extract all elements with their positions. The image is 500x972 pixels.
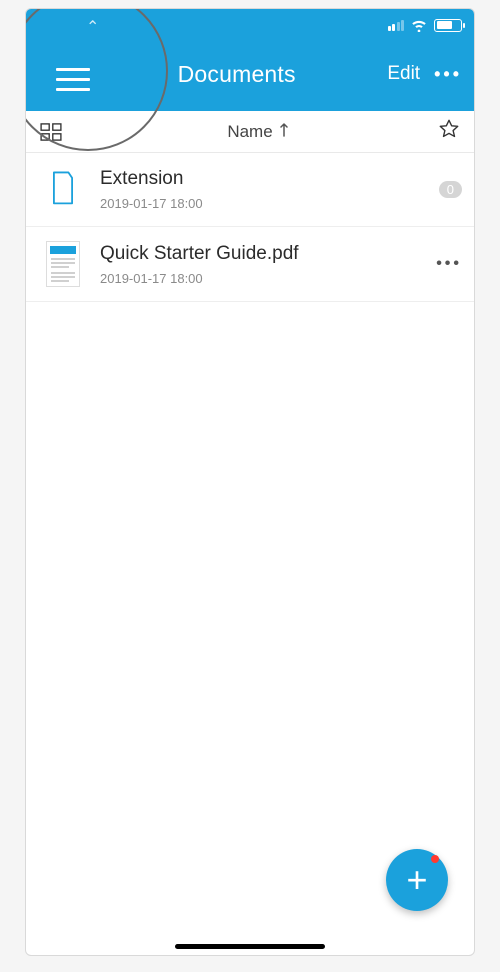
wifi-icon [410,18,428,32]
sort-bar: Name [26,111,474,153]
home-indicator[interactable] [175,944,325,949]
menu-button[interactable] [56,61,90,98]
sort-arrow-up-icon [279,122,289,142]
list-item[interactable]: Extension 2019-01-17 18:00 0 [26,153,474,227]
pdf-thumbnail-icon [46,241,80,287]
cellular-signal-icon [388,20,405,31]
more-menu-button[interactable]: ••• [434,65,462,83]
item-date: 2019-01-17 18:00 [100,271,436,286]
file-list: Extension 2019-01-17 18:00 0 Quick Start… [26,153,474,302]
sort-label: Name [227,122,272,142]
item-date: 2019-01-17 18:00 [100,196,439,211]
battery-icon [434,19,462,32]
header-bar: ⌃ Documents Edit ••• [26,9,474,111]
edit-button[interactable]: Edit [387,63,420,85]
app-frame: ⌃ Documents Edit ••• Name [25,8,475,956]
status-caret-icon: ⌃ [86,17,99,37]
favorites-filter-icon[interactable] [438,118,460,145]
item-name: Quick Starter Guide.pdf [100,243,436,265]
folder-icon [44,167,82,212]
add-button[interactable]: + [386,849,448,911]
page-title: Documents [86,61,387,88]
item-count-badge: 0 [439,181,462,198]
list-item[interactable]: Quick Starter Guide.pdf 2019-01-17 18:00… [26,227,474,302]
grid-view-icon[interactable] [40,123,62,146]
item-more-button[interactable]: ••• [436,255,462,273]
plus-icon: + [406,862,427,898]
item-name: Extension [100,168,439,190]
sort-selector[interactable]: Name [78,122,438,142]
notification-dot-icon [431,855,439,863]
